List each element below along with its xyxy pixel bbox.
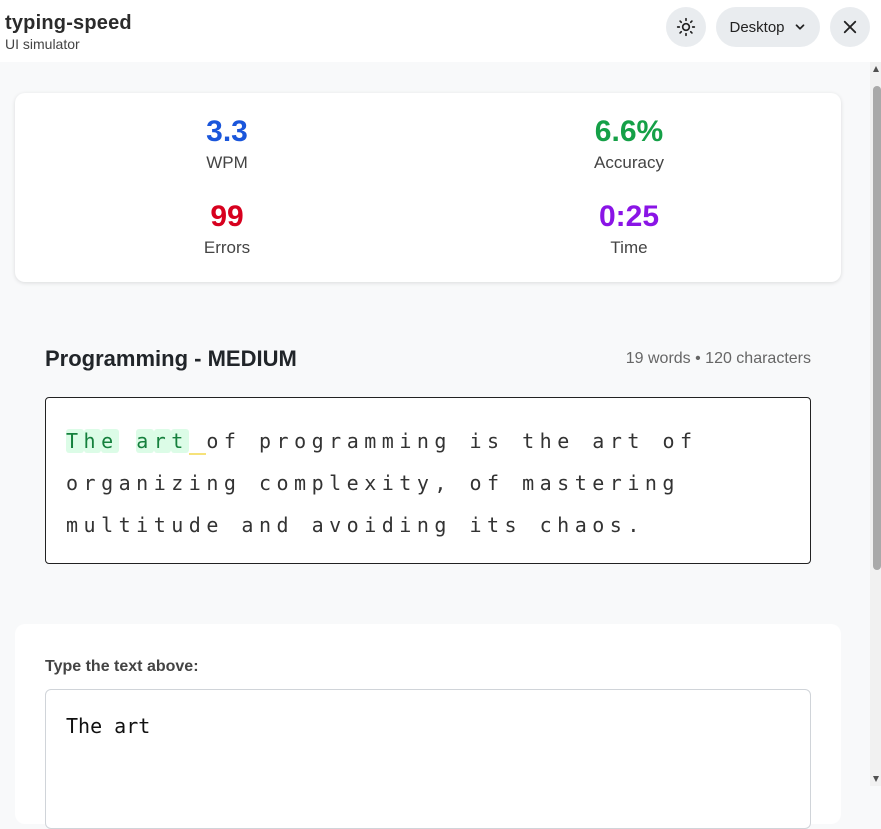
errors-label: Errors bbox=[203, 238, 251, 257]
scrollbar-thumb[interactable] bbox=[873, 86, 881, 570]
scroll-up-arrow-icon[interactable] bbox=[873, 66, 879, 72]
top-bar: typing-speed UI simulator Desktop bbox=[0, 0, 881, 62]
theme-toggle-button[interactable] bbox=[666, 7, 706, 47]
typed-correct-chars: The art bbox=[66, 429, 189, 453]
typed-char: r bbox=[153, 429, 172, 453]
device-label: Desktop bbox=[729, 18, 785, 36]
sun-icon bbox=[676, 17, 696, 37]
typed-char: h bbox=[83, 429, 102, 453]
typing-input[interactable]: The art bbox=[45, 689, 811, 829]
device-select-button[interactable]: Desktop bbox=[716, 7, 820, 47]
accuracy-label: Accuracy bbox=[594, 153, 664, 172]
close-icon bbox=[843, 20, 857, 34]
stat-accuracy: 6.6% Accuracy bbox=[529, 115, 729, 173]
stat-time: 0:25 Time bbox=[529, 200, 729, 258]
typing-label: Type the text above: bbox=[45, 658, 199, 675]
typed-char bbox=[119, 429, 137, 453]
cursor-char bbox=[188, 429, 207, 455]
time-label: Time bbox=[610, 238, 648, 257]
app-subtitle: UI simulator bbox=[5, 36, 80, 52]
typed-char: e bbox=[101, 429, 119, 453]
stat-wpm: 3.3 WPM bbox=[127, 115, 327, 173]
wpm-value: 3.3 bbox=[206, 115, 248, 148]
scroll-down-arrow-icon[interactable] bbox=[873, 776, 879, 782]
time-value: 0:25 bbox=[598, 200, 660, 233]
stats-card: 3.3 WPM 6.6% Accuracy 99 Errors 0:25 Tim… bbox=[15, 93, 841, 282]
app-name: typing-speed bbox=[5, 12, 132, 34]
passage-text: The art of programming is the art of org… bbox=[45, 397, 811, 564]
typed-char: a bbox=[136, 429, 154, 453]
wpm-label: WPM bbox=[206, 153, 248, 172]
accuracy-value: 6.6% bbox=[594, 115, 664, 148]
passage-title: Programming - MEDIUM bbox=[45, 346, 297, 371]
passage-meta: 19 words • 120 characters bbox=[625, 350, 811, 367]
chevron-down-icon bbox=[795, 24, 804, 30]
typed-char: t bbox=[171, 429, 189, 453]
errors-value: 99 bbox=[210, 200, 244, 233]
stat-errors: 99 Errors bbox=[127, 200, 327, 258]
close-button[interactable] bbox=[830, 7, 870, 47]
typed-char: T bbox=[66, 429, 84, 453]
